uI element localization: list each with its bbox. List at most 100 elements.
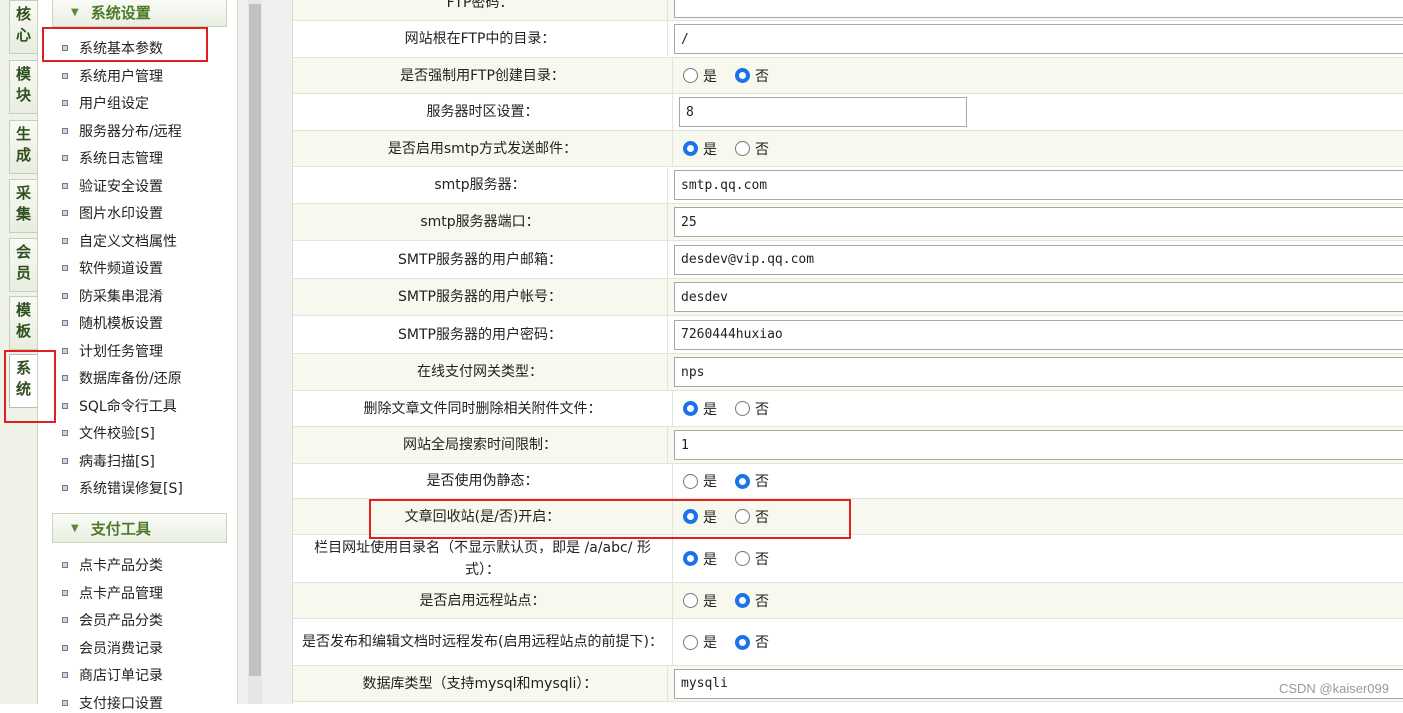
text-input[interactable]: nps bbox=[674, 357, 1403, 387]
field-label: 是否启用远程站点： bbox=[293, 583, 673, 618]
menu-item[interactable]: SQL命令行工具 bbox=[62, 396, 177, 416]
radio-no-icon[interactable] bbox=[735, 141, 750, 156]
radio-no-icon[interactable] bbox=[735, 68, 750, 83]
radio-yes[interactable]: 是 bbox=[679, 632, 717, 652]
radio-yes-icon[interactable] bbox=[683, 509, 698, 524]
menu-item[interactable]: 点卡产品分类 bbox=[62, 555, 163, 575]
radio-no-icon[interactable] bbox=[735, 635, 750, 650]
menu-item[interactable]: 验证安全设置 bbox=[62, 176, 163, 196]
vtab-1[interactable]: 模块 bbox=[9, 60, 37, 114]
menu-item[interactable]: 商店订单记录 bbox=[62, 665, 163, 685]
radio-no-label: 否 bbox=[755, 549, 769, 569]
menu-item[interactable]: 病毒扫描[S] bbox=[62, 451, 155, 471]
field-value: 是否 bbox=[673, 619, 1403, 665]
field-value bbox=[668, 0, 1403, 20]
radio-no-icon[interactable] bbox=[735, 509, 750, 524]
text-input[interactable]: 25 bbox=[674, 207, 1403, 237]
field-value: 7260444huxiao bbox=[668, 316, 1403, 353]
menu-item[interactable]: 系统用户管理 bbox=[62, 66, 163, 86]
radio-yes-icon[interactable] bbox=[683, 551, 698, 566]
menu-item[interactable]: 会员产品分类 bbox=[62, 610, 163, 630]
group1-header[interactable]: ▼系统设置 bbox=[52, 0, 227, 27]
vtab-2[interactable]: 生成 bbox=[9, 120, 37, 174]
menu-item[interactable]: 图片水印设置 bbox=[62, 203, 163, 223]
menu-item[interactable]: 数据库备份/还原 bbox=[62, 368, 182, 388]
menu-item-label: 服务器分布/远程 bbox=[79, 121, 182, 141]
form-row: SMTP服务器的用户密码：7260444huxiao bbox=[293, 316, 1403, 354]
radio-no[interactable]: 否 bbox=[731, 399, 769, 419]
radio-no[interactable]: 否 bbox=[731, 632, 769, 652]
radio-no[interactable]: 否 bbox=[731, 66, 769, 86]
radio-no[interactable]: 否 bbox=[731, 549, 769, 569]
vtab-6[interactable]: 系统 bbox=[9, 354, 37, 408]
field-value: 是否 bbox=[673, 535, 1403, 582]
menu-item-label: SQL命令行工具 bbox=[79, 396, 177, 416]
menu-item[interactable]: 系统日志管理 bbox=[62, 148, 163, 168]
menu-item[interactable]: 系统错误修复[S] bbox=[62, 478, 183, 498]
radio-no[interactable]: 否 bbox=[731, 591, 769, 611]
menu-item[interactable]: 随机模板设置 bbox=[62, 313, 163, 333]
vtab-5[interactable]: 模板 bbox=[9, 296, 37, 350]
form-row: 是否强制用FTP创建目录：是否 bbox=[293, 58, 1403, 94]
field-value: 25 bbox=[668, 204, 1403, 240]
field-label: 文章回收站(是/否)开启： bbox=[293, 499, 673, 534]
radio-yes[interactable]: 是 bbox=[679, 66, 717, 86]
menu-item[interactable]: 软件频道设置 bbox=[62, 258, 163, 278]
menu-item[interactable]: 文件校验[S] bbox=[62, 423, 155, 443]
group2-header[interactable]: ▼支付工具 bbox=[52, 513, 227, 543]
menu-item[interactable]: 服务器分布/远程 bbox=[62, 121, 182, 141]
vtab-0[interactable]: 核心 bbox=[9, 0, 37, 54]
radio-yes-icon[interactable] bbox=[683, 593, 698, 608]
vtab-3[interactable]: 采集 bbox=[9, 179, 37, 233]
radio-no[interactable]: 否 bbox=[731, 139, 769, 159]
vtab-4[interactable]: 会员 bbox=[9, 238, 37, 292]
text-input[interactable]: desdev@vip.qq.com bbox=[674, 245, 1403, 275]
bullet-icon bbox=[62, 128, 68, 134]
menu-item[interactable]: 计划任务管理 bbox=[62, 341, 163, 361]
radio-yes[interactable]: 是 bbox=[679, 507, 717, 527]
bullet-icon bbox=[62, 590, 68, 596]
radio-no-icon[interactable] bbox=[735, 551, 750, 566]
radio-yes[interactable]: 是 bbox=[679, 471, 717, 491]
menu-item[interactable]: 自定义文档属性 bbox=[62, 231, 177, 251]
menu-item-label: 点卡产品分类 bbox=[79, 555, 163, 575]
menu-item[interactable]: 会员消费记录 bbox=[62, 638, 163, 658]
radio-yes-icon[interactable] bbox=[683, 68, 698, 83]
radio-no-label: 否 bbox=[755, 591, 769, 611]
bullet-icon bbox=[62, 100, 68, 106]
radio-no-icon[interactable] bbox=[735, 401, 750, 416]
radio-yes[interactable]: 是 bbox=[679, 591, 717, 611]
radio-no[interactable]: 否 bbox=[731, 507, 769, 527]
text-input[interactable]: 1 bbox=[674, 430, 1403, 460]
radio-no-icon[interactable] bbox=[735, 593, 750, 608]
menu-item[interactable]: 系统基本参数 bbox=[62, 38, 163, 58]
bullet-icon bbox=[62, 562, 68, 568]
sidebar-scrollbar[interactable] bbox=[238, 0, 292, 704]
radio-yes-label: 是 bbox=[703, 66, 717, 86]
form-row: smtp服务器：smtp.qq.com bbox=[293, 167, 1403, 204]
text-input[interactable]: desdev bbox=[674, 282, 1403, 312]
menu-item[interactable]: 用户组设定 bbox=[62, 93, 149, 113]
text-input[interactable]: smtp.qq.com bbox=[674, 170, 1403, 200]
radio-yes[interactable]: 是 bbox=[679, 549, 717, 569]
text-input[interactable]: 7260444huxiao bbox=[674, 320, 1403, 350]
menu-item-label: 会员消费记录 bbox=[79, 638, 163, 658]
radio-no[interactable]: 否 bbox=[731, 471, 769, 491]
radio-no-label: 否 bbox=[755, 471, 769, 491]
text-input[interactable]: 8 bbox=[679, 97, 967, 127]
radio-yes[interactable]: 是 bbox=[679, 399, 717, 419]
radio-yes-label: 是 bbox=[703, 632, 717, 652]
text-input[interactable]: / bbox=[674, 24, 1403, 54]
scrollbar-thumb[interactable] bbox=[249, 4, 261, 676]
radio-no-icon[interactable] bbox=[735, 474, 750, 489]
radio-yes-icon[interactable] bbox=[683, 635, 698, 650]
radio-yes-icon[interactable] bbox=[683, 474, 698, 489]
radio-yes-icon[interactable] bbox=[683, 401, 698, 416]
radio-yes[interactable]: 是 bbox=[679, 139, 717, 159]
radio-yes-icon[interactable] bbox=[683, 141, 698, 156]
menu-item[interactable]: 防采集串混淆 bbox=[62, 286, 163, 306]
menu-item[interactable]: 支付接口设置 bbox=[62, 693, 163, 713]
ftp-password-input[interactable] bbox=[674, 0, 1403, 18]
menu-item-label: 支付接口设置 bbox=[79, 693, 163, 713]
menu-item[interactable]: 点卡产品管理 bbox=[62, 583, 163, 603]
